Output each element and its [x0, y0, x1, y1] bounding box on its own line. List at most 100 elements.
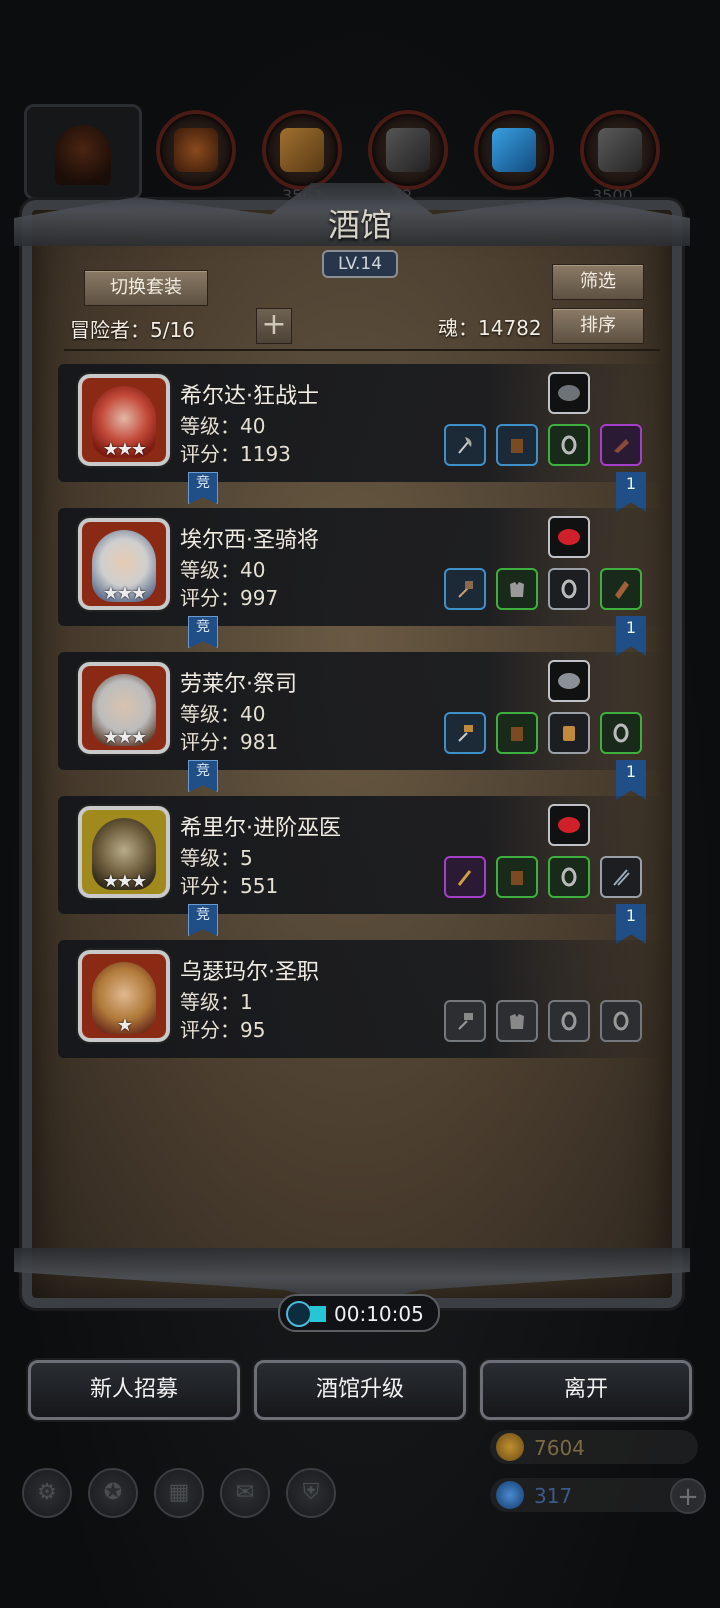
hero-name: 劳莱尔·祭司 [180, 672, 297, 697]
filter-button[interactable]: 筛选 [552, 264, 644, 300]
wood-icon [280, 128, 324, 172]
armor-icon [510, 1014, 524, 1029]
gem-slot[interactable] [548, 516, 590, 558]
hero-portrait[interactable]: ★★★ [78, 374, 170, 466]
tavern-refresh-timer: 00:10:05 [278, 1294, 440, 1332]
gem-icon [558, 817, 580, 833]
equip-slot-glove[interactable] [600, 424, 642, 466]
gem-display: 317 [490, 1478, 698, 1512]
equip-slot-gauntlet[interactable] [548, 712, 590, 754]
resource-slot-food[interactable] [156, 110, 236, 190]
timer-progress [310, 1306, 326, 1322]
equip-slot-ring[interactable] [548, 424, 590, 466]
gold-value: 7604 [534, 1436, 585, 1460]
gem-icon [558, 673, 580, 689]
hood-icon [55, 125, 111, 185]
hero-portrait[interactable]: ★★★ [78, 518, 170, 610]
armor-icon [511, 871, 523, 885]
add-currency-button[interactable]: + [670, 1478, 706, 1514]
ring-icon [561, 867, 577, 887]
hero-score: 评分：551 [180, 874, 279, 898]
hero-card-3[interactable]: ★★★ 劳莱尔·祭司 等级：40 评分：981 [58, 652, 670, 770]
ring-icon [561, 435, 577, 455]
hero-name: 希尔达·狂战士 [180, 384, 319, 409]
equip-slot-ring[interactable] [600, 712, 642, 754]
equip-slot-weapon[interactable] [444, 856, 486, 898]
equip-slot-weapon[interactable] [444, 712, 486, 754]
resource-slot-crystal[interactable] [474, 110, 554, 190]
clock-icon [286, 1301, 312, 1327]
recruit-button[interactable]: 新人招募 [28, 1360, 240, 1420]
ring-icon [561, 579, 577, 599]
equip-slot-armor[interactable] [496, 568, 538, 610]
hero-name: 希里尔·进阶巫医 [180, 816, 341, 841]
equip-slot-weapon-empty[interactable] [444, 1000, 486, 1042]
gold-icon [496, 1433, 524, 1461]
gem-icon [558, 529, 580, 545]
hero-score: 评分：1193 [180, 442, 291, 466]
resource-slot-wood[interactable] [262, 110, 342, 190]
hero-score: 评分：981 [180, 730, 279, 754]
equip-slot-armor[interactable] [496, 856, 538, 898]
hero-portrait[interactable]: ★★★ [78, 806, 170, 898]
glove-icon [614, 439, 629, 453]
add-adventurer-slot-button[interactable]: + [256, 308, 292, 344]
mail-icon[interactable]: ✉ [220, 1468, 270, 1518]
gem-value: 317 [534, 1484, 573, 1508]
hero-name: 乌瑟玛尔·圣职 [180, 960, 319, 985]
leave-button[interactable]: 离开 [480, 1360, 692, 1420]
equip-slot-weapon[interactable] [444, 424, 486, 466]
settings-icon[interactable]: ⚙ [22, 1468, 72, 1518]
equip-slot-ring-empty[interactable] [548, 1000, 590, 1042]
quest-icon[interactable]: ▦ [154, 1468, 204, 1518]
armor-icon [511, 439, 523, 453]
gauntlet-icon [563, 726, 575, 741]
hero-card-1[interactable]: ★★★ 希尔达·狂战士 等级：40 评分：1193 [58, 364, 670, 482]
hero-level: 等级：1 [180, 990, 253, 1014]
gem-slot[interactable] [548, 372, 590, 414]
sort-button[interactable]: 排序 [552, 308, 644, 344]
equip-slot-ring-empty[interactable] [600, 1000, 642, 1042]
timer-text: 00:10:05 [334, 1302, 424, 1326]
crystal-icon [492, 128, 536, 172]
equip-slot-ring[interactable] [548, 568, 590, 610]
hero-level: 等级：40 [180, 558, 266, 582]
mace-icon [458, 1013, 473, 1030]
hero-stars: ★★★ [102, 727, 147, 748]
resource-slot-stone[interactable] [580, 110, 660, 190]
hero-stars: ★★★ [102, 871, 147, 892]
gem-slot[interactable] [548, 660, 590, 702]
meat-icon [174, 128, 218, 172]
mace-icon [458, 725, 473, 742]
shield-icon[interactable]: ⛨ [286, 1468, 336, 1518]
hero-card-4[interactable]: ★★★ 希里尔·进阶巫医 等级：5 评分：551 [58, 796, 670, 914]
hero-stars: ★★★ [102, 583, 147, 604]
equip-slot-weapon[interactable] [444, 568, 486, 610]
divider [64, 349, 660, 351]
hero-portrait[interactable]: ★★★ [78, 662, 170, 754]
hero-card-5[interactable]: ★ 乌瑟玛尔·圣职 等级：1 评分：95 [58, 940, 670, 1058]
hero-name: 埃尔西·圣骑将 [180, 528, 319, 553]
equip-slot-ring[interactable] [548, 856, 590, 898]
armor-icon [511, 727, 523, 741]
gem-slot[interactable] [548, 804, 590, 846]
hero-level: 等级：40 [180, 414, 266, 438]
equip-slot-armor[interactable] [496, 712, 538, 754]
upgrade-tavern-button[interactable]: 酒馆升级 [254, 1360, 466, 1420]
star-icon[interactable]: ✪ [88, 1468, 138, 1518]
resource-slot-hero[interactable] [24, 104, 142, 200]
hero-level: 等级：5 [180, 846, 253, 870]
equip-slot-armor[interactable] [496, 424, 538, 466]
ring-icon [561, 1011, 577, 1031]
equip-slot-claw[interactable] [600, 856, 642, 898]
switch-outfit-button[interactable]: 切换套装 [84, 270, 208, 306]
hero-portrait[interactable]: ★ [78, 950, 170, 1042]
adventurer-count: 冒险者：5/16 [70, 318, 195, 342]
resource-slot-iron[interactable] [368, 110, 448, 190]
equip-slot-armor-empty[interactable] [496, 1000, 538, 1042]
hero-score: 评分：95 [180, 1018, 266, 1042]
equip-slot-bracer[interactable] [600, 568, 642, 610]
claw-icon [613, 869, 630, 886]
hero-card-2[interactable]: ★★★ 埃尔西·圣骑将 等级：40 评分：997 [58, 508, 670, 626]
ring-icon [613, 723, 629, 743]
